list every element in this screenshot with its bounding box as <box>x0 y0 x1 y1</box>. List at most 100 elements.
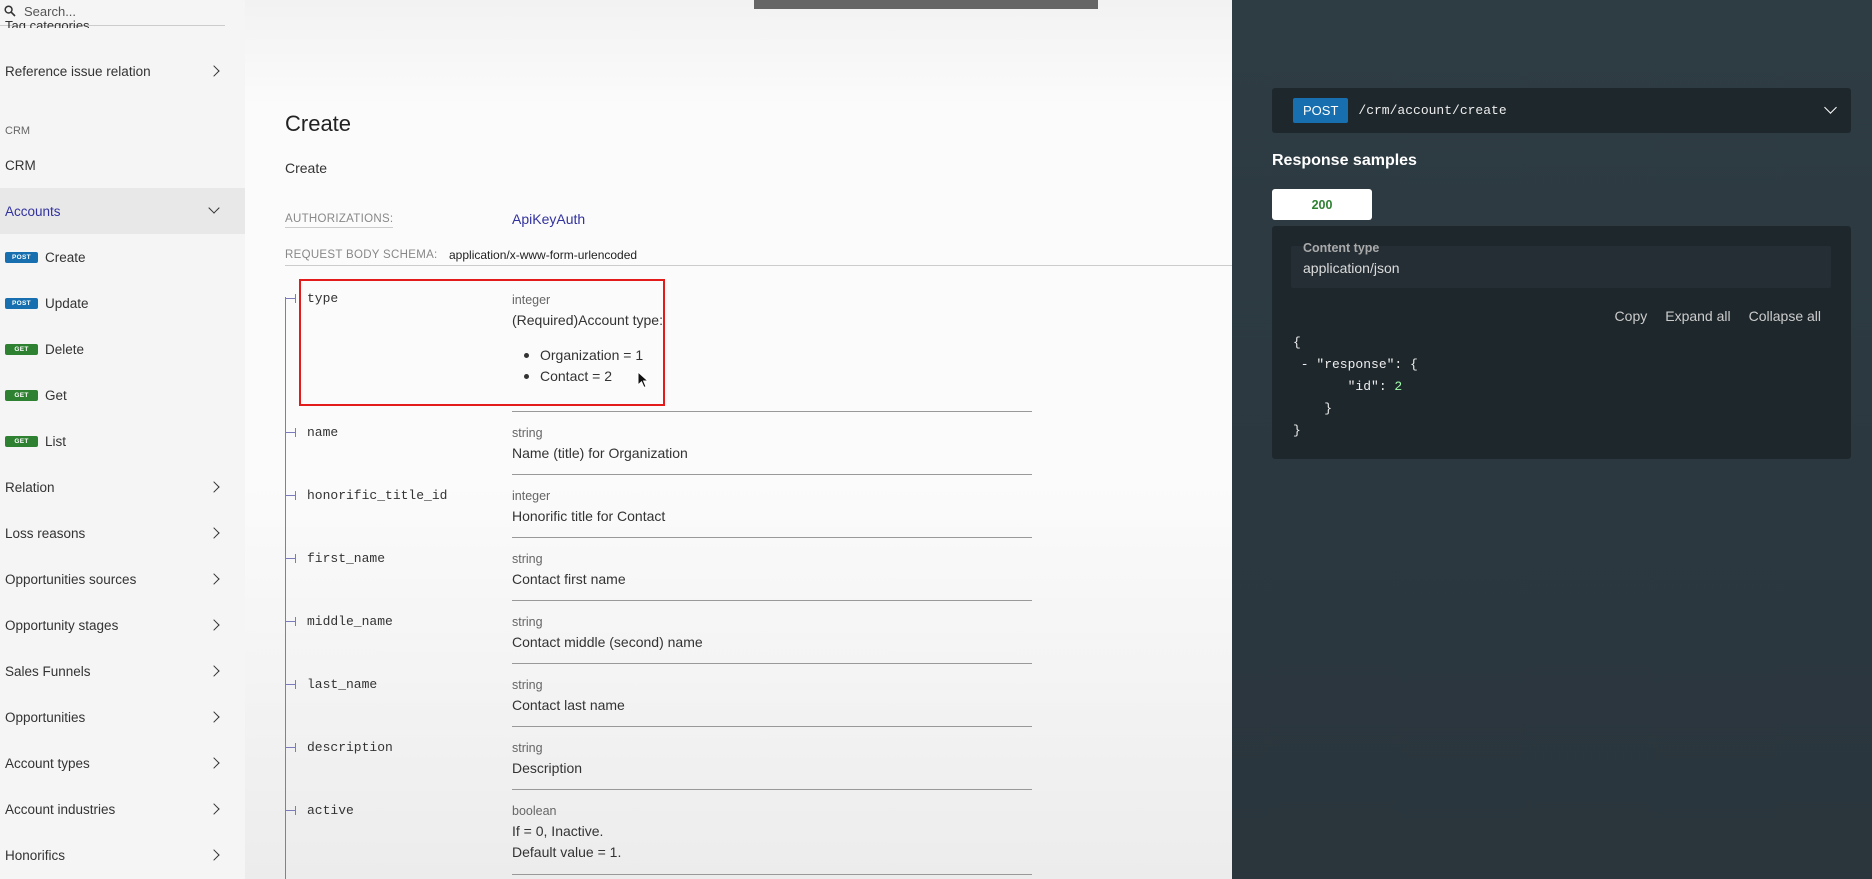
sidebar-item-opportunity-stages[interactable]: Opportunity stages <box>0 602 245 648</box>
collapse-all-button[interactable]: Collapse all <box>1749 308 1821 324</box>
chevron-down-icon[interactable] <box>1824 101 1837 114</box>
field-name: honorific_title_id <box>307 488 448 503</box>
field-name: middle_name <box>307 614 393 629</box>
tree-tick <box>285 554 296 563</box>
sidebar-item-honorifics[interactable]: Honorifics <box>0 832 245 878</box>
field-type-label: boolean <box>512 804 557 818</box>
sidebar-item-label: List <box>45 433 67 449</box>
divider <box>512 874 1032 875</box>
divider <box>512 663 1032 664</box>
sidebar-item-label: Accounts <box>5 203 61 219</box>
sidebar-subitem-list[interactable]: GET List <box>0 418 245 464</box>
chevron-right-icon <box>208 527 220 539</box>
sidebar-item-opportunities-sources[interactable]: Opportunities sources <box>0 556 245 602</box>
divider <box>512 537 1032 538</box>
sidebar-item-accounts[interactable]: Accounts <box>0 188 245 234</box>
schema-tree-line <box>285 297 286 879</box>
sidebar-item-opportunities[interactable]: Opportunities <box>0 694 245 740</box>
field-type-label: string <box>512 426 543 440</box>
sidebar-item-label: Delete <box>45 341 85 357</box>
chevron-right-icon <box>208 665 220 677</box>
field-description: Name (title) for Organization <box>512 445 688 461</box>
sidebar-subitem-delete[interactable]: GET Delete <box>0 326 245 372</box>
schema-label: REQUEST BODY SCHEMA: <box>285 249 438 261</box>
tree-tick <box>285 806 296 815</box>
sidebar-subitem-create[interactable]: POST Create <box>0 234 245 280</box>
chevron-right-icon <box>208 757 220 769</box>
json-value: 2 <box>1394 379 1403 394</box>
sidebar-item-cut[interactable]: Tag categories <box>5 18 90 28</box>
method-badge: GET <box>5 389 38 401</box>
sidebar-item-label: Account industries <box>5 801 116 817</box>
field-type-label: string <box>512 678 543 692</box>
method-badge: GET <box>5 435 38 447</box>
sidebar-item-account-types[interactable]: Account types <box>0 740 245 786</box>
sidebar-item-label: Reference issue relation <box>5 63 151 79</box>
field-description: Description <box>512 760 583 776</box>
field-type-label: integer <box>512 489 551 503</box>
sidebar-subitem-get[interactable]: GET Get <box>0 372 245 418</box>
sidebar-item-label: Relation <box>5 479 55 495</box>
tree-tick <box>285 294 296 303</box>
page-description: Create <box>285 160 328 176</box>
chevron-right-icon <box>208 619 220 631</box>
field-description: Honorific title for Contact <box>512 508 666 524</box>
sidebar: Tag categories Reference issue relation … <box>0 0 245 879</box>
chevron-right-icon <box>208 711 220 723</box>
field-name: active <box>307 803 354 818</box>
tree-tick <box>285 617 296 626</box>
main-content: Create Create AUTHORIZATIONS: ApiKeyAuth… <box>245 0 1232 879</box>
chevron-right-icon <box>208 803 220 815</box>
tree-tick <box>285 491 296 500</box>
divider <box>512 411 1032 412</box>
json-actions: Copy Expand all Collapse all <box>1615 308 1821 324</box>
tab-200[interactable]: 200 <box>1272 189 1372 220</box>
chevron-right-icon <box>208 481 220 493</box>
chevron-right-icon <box>208 65 220 77</box>
sidebar-item-sales-funnels[interactable]: Sales Funnels <box>0 648 245 694</box>
divider <box>512 726 1032 727</box>
method-badge: GET <box>5 343 38 355</box>
sidebar-item-reference-issue-relation[interactable]: Reference issue relation <box>0 48 245 94</box>
auth-link[interactable]: ApiKeyAuth <box>512 211 585 227</box>
endpoint-selector[interactable]: POST /crm/account/create <box>1272 88 1851 133</box>
sidebar-item-label: Update <box>45 295 89 311</box>
sidebar-item-relation[interactable]: Relation <box>0 464 245 510</box>
chevron-right-icon <box>208 573 220 585</box>
sidebar-item-crm[interactable]: CRM <box>0 142 245 188</box>
mouse-cursor-icon <box>637 371 650 389</box>
search-icon <box>4 5 16 17</box>
sidebar-item-label: Opportunities <box>5 709 86 725</box>
field-type-label: string <box>512 615 543 629</box>
tree-tick <box>285 743 296 752</box>
sidebar-item-loss-reasons[interactable]: Loss reasons <box>0 510 245 556</box>
field-description: Contact first name <box>512 571 626 587</box>
json-line: } <box>1324 401 1333 416</box>
response-panel: Content type application/json Copy Expan… <box>1272 226 1851 459</box>
field-description: Contact last name <box>512 697 625 713</box>
sidebar-item-account-industries[interactable]: Account industries <box>0 786 245 832</box>
json-line: } <box>1293 423 1301 438</box>
sidebar-item-label: Opportunities sources <box>5 571 137 587</box>
tree-tick <box>285 680 296 689</box>
sidebar-item-label: Account types <box>5 755 90 771</box>
page-title: Create <box>285 111 352 136</box>
json-line: { <box>1293 335 1301 350</box>
content-type-label: Content type <box>1303 241 1380 255</box>
divider <box>285 265 1232 266</box>
field-name: first_name <box>307 551 386 566</box>
json-sample: { - "response": { "id": 2 } } <box>1293 332 1418 442</box>
search-input[interactable] <box>24 4 224 19</box>
divider <box>512 474 1032 475</box>
schema-content-type: application/x-www-form-urlencoded <box>449 248 638 262</box>
field-type-label: string <box>512 552 543 566</box>
top-strip <box>754 0 1098 9</box>
chevron-right-icon <box>208 849 220 861</box>
highlight-box <box>299 279 665 406</box>
json-collapse-toggle[interactable]: - "response": { <box>1293 357 1418 372</box>
field-type-label: string <box>512 741 543 755</box>
sidebar-subitem-update[interactable]: POST Update <box>0 280 245 326</box>
copy-button[interactable]: Copy <box>1615 308 1648 324</box>
expand-all-button[interactable]: Expand all <box>1665 308 1730 324</box>
sidebar-item-label: Get <box>45 387 67 403</box>
